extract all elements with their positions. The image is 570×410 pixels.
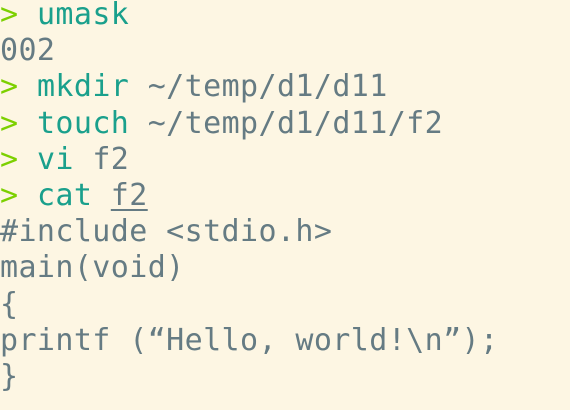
prompt-symbol: >: [0, 105, 19, 141]
prompt-symbol: >: [0, 69, 19, 105]
command-name: vi: [36, 141, 74, 177]
file-path-link[interactable]: f2: [111, 178, 148, 213]
command-args: ~/temp/d1/d11/f2: [147, 105, 444, 141]
command-line: > vi f2: [0, 142, 570, 178]
command-name: umask: [36, 0, 130, 32]
command-line: > touch ~/temp/d1/d11/f2: [0, 106, 570, 142]
prompt-symbol: >: [0, 0, 19, 32]
output-line: printf (“Hello, world!\n”);: [0, 322, 499, 358]
output-line: {: [0, 286, 19, 322]
command-name: touch: [36, 105, 130, 141]
command-line: > mkdir ~/temp/d1/d11: [0, 69, 570, 105]
output-line: main(void): [0, 250, 185, 286]
output-line: 002: [0, 33, 56, 69]
prompt-symbol: >: [0, 177, 19, 213]
command-args: ~/temp/d1/d11: [147, 69, 388, 105]
command-args: f2: [92, 141, 130, 177]
output-line: }: [0, 358, 19, 394]
prompt-symbol: >: [0, 141, 19, 177]
command-name: cat: [36, 177, 93, 213]
command-name: mkdir: [36, 69, 130, 105]
terminal-output[interactable]: > umask 002 > mkdir ~/temp/d1/d11 > touc…: [0, 0, 570, 395]
output-line: #include <stdio.h>: [0, 214, 333, 250]
command-line: > cat f2: [0, 178, 570, 214]
command-line: > umask: [0, 0, 570, 33]
